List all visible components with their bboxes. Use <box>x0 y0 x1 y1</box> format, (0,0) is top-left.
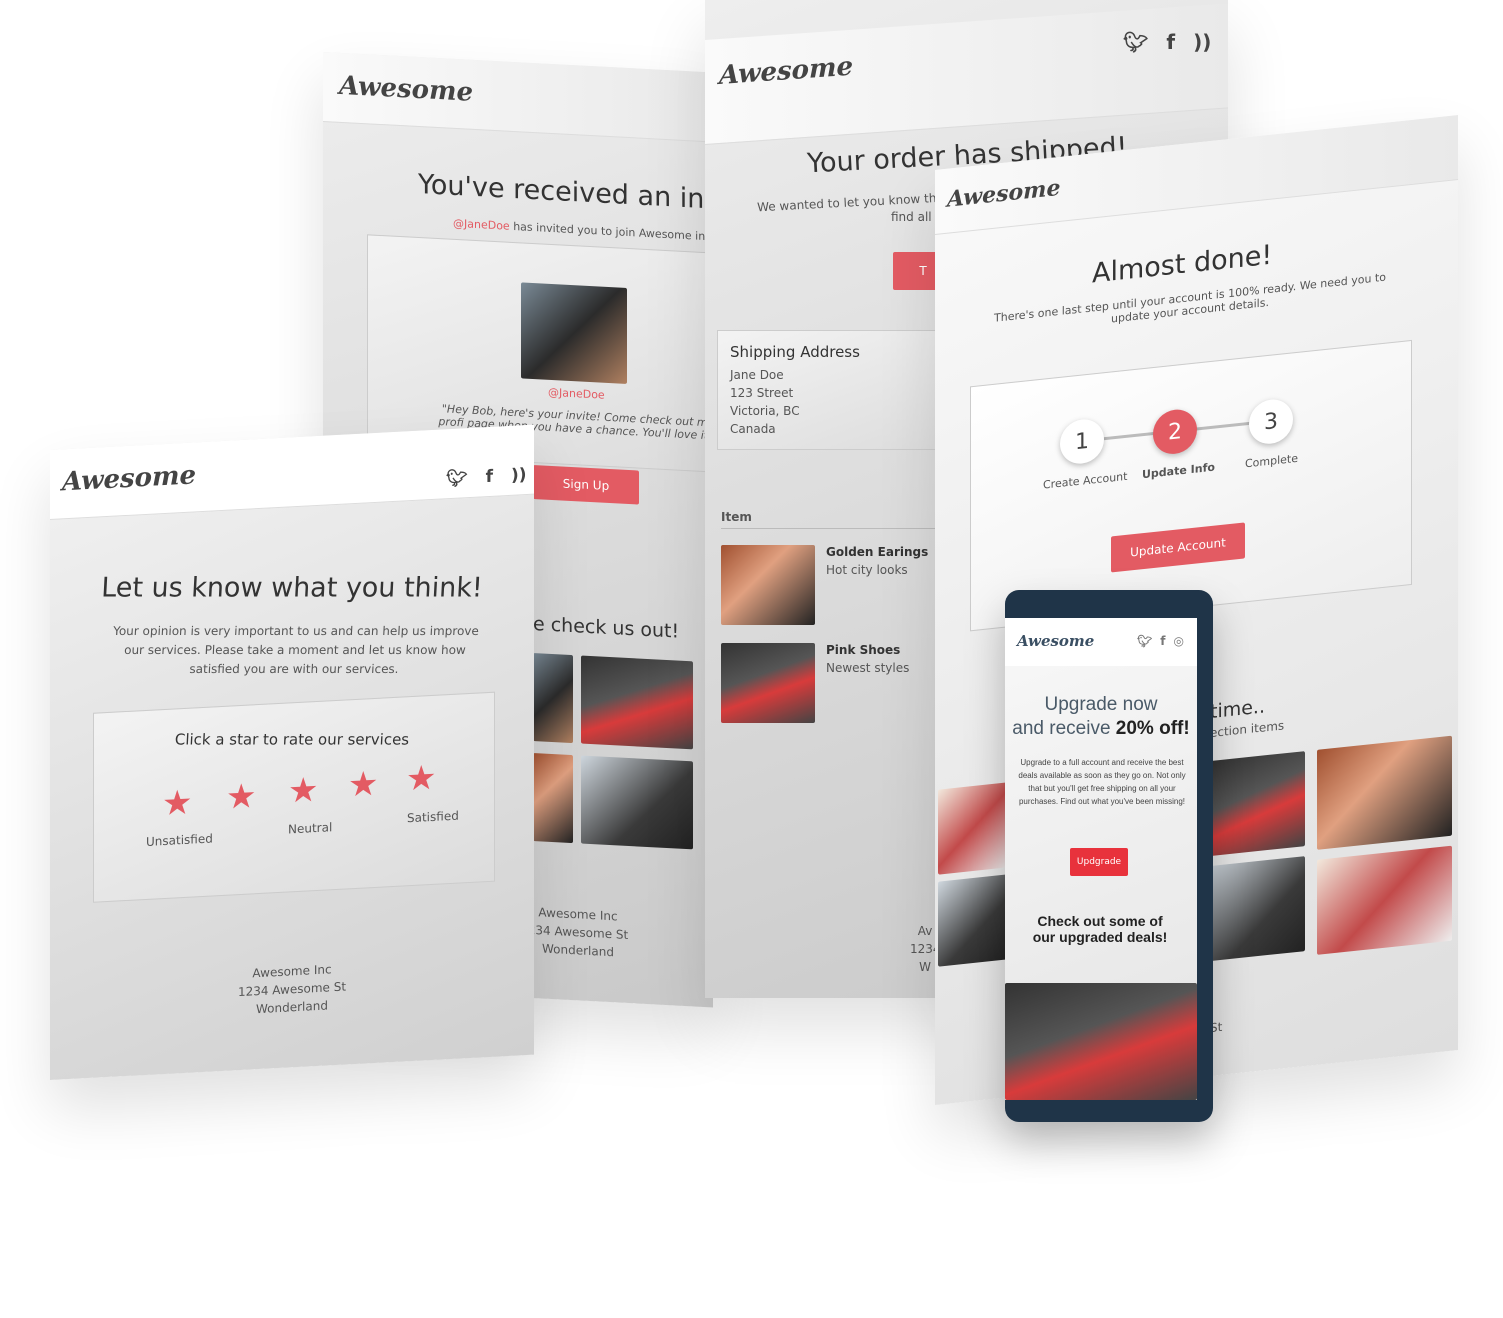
rss-icon[interactable]: )) <box>1193 30 1211 54</box>
mobile-text: Upgrade to a full account and receive th… <box>1018 758 1186 806</box>
product-image <box>1005 983 1197 1100</box>
logo: Awesome <box>947 174 1061 213</box>
logo: Awesome <box>339 70 474 108</box>
logo: Awesome <box>719 51 854 92</box>
logo: Awesome <box>1017 632 1095 650</box>
star-5-icon[interactable]: ★ <box>406 758 436 800</box>
invite-title: You've received an invit <box>418 168 713 217</box>
product-image <box>533 653 573 744</box>
mobile-title: Upgrade now <box>1044 694 1158 715</box>
social-icons: 🐦︎ f)) <box>446 465 527 489</box>
mention-link[interactable]: @JaneDoe <box>453 217 510 233</box>
feedback-email-panel: Awesome 🐦︎ f)) Let us know what you think… <box>50 424 534 1080</box>
feedback-title: Let us know what you think! <box>100 572 484 604</box>
product-image <box>1210 751 1305 857</box>
product-image <box>1317 735 1452 850</box>
mobile-phone-mockup: Awesome 🐦︎ f ◎ Upgrade now and receive 20%… <box>1005 590 1213 1122</box>
logo: Awesome <box>62 460 197 498</box>
social-icons: 🐦︎ f ◎ <box>1137 634 1184 648</box>
star-3-icon[interactable]: ★ <box>288 770 318 812</box>
product-image <box>533 753 573 844</box>
twitter-icon[interactable]: 🐦︎ <box>1137 634 1152 648</box>
mobile-header: Awesome 🐦︎ f ◎ <box>1005 618 1197 666</box>
header: Awesome <box>705 3 1228 145</box>
item-image <box>721 643 815 723</box>
header: Awesome 🐦︎ f)) <box>50 424 534 520</box>
address: Jane Doe 123 Street Victoria, BC Canada <box>730 368 800 436</box>
rss-icon[interactable]: )) <box>511 465 527 486</box>
mobile-section-title: Check out some of our upgraded deals! <box>1032 913 1168 945</box>
items-header: Item <box>721 510 951 529</box>
product-image <box>581 655 693 750</box>
facebook-icon[interactable]: f <box>1160 634 1165 648</box>
footer: Awesome Inc 234 Awesome St Wonderland <box>527 905 629 960</box>
avatar <box>521 282 627 384</box>
almost-title: Almost done! <box>1092 239 1273 290</box>
mobile-screen: Awesome 🐦︎ f ◎ Upgrade now and receive 20%… <box>1005 618 1197 1100</box>
rating-label: Satisfied <box>407 808 459 826</box>
steps-card <box>970 339 1412 632</box>
product-image <box>938 782 1008 875</box>
feedback-text: Your opinion is very important to us and… <box>112 624 480 677</box>
item-image <box>721 545 815 625</box>
invite-subtitle: has invited you to join Awesome inc! <box>509 219 713 244</box>
footer: Awesome Inc 1234 Awesome St Wonderland <box>237 962 347 1017</box>
section-title: e check us out! <box>533 613 680 643</box>
product-image <box>581 755 693 850</box>
item-name: Pink Shoes <box>826 643 901 657</box>
item-name: Golden Earings <box>826 545 929 559</box>
star-4-icon[interactable]: ★ <box>348 764 378 806</box>
instagram-icon[interactable]: ◎ <box>1173 634 1183 648</box>
section-title: time.. <box>1210 695 1266 724</box>
social-icons: 🐦︎ f)) <box>1123 30 1211 54</box>
facebook-icon[interactable]: f <box>486 467 493 487</box>
shipping-title: Shipping Address <box>730 343 860 361</box>
star-2-icon[interactable]: ★ <box>226 776 256 818</box>
item-desc: Newest styles <box>826 661 910 675</box>
sign-up-button[interactable]: Sign Up <box>533 465 639 505</box>
product-image <box>1317 845 1452 955</box>
twitter-icon[interactable]: 🐦︎ <box>446 468 468 489</box>
header: Awesome <box>323 52 713 143</box>
product-image <box>1210 856 1305 962</box>
almost-text: There's one last step until your account… <box>994 270 1386 326</box>
star-1-icon[interactable]: ★ <box>162 783 192 825</box>
twitter-icon[interactable]: 🐦︎ <box>1123 30 1148 54</box>
item-desc: Hot city looks <box>826 563 908 577</box>
shipped-text-2: find all t <box>891 210 941 224</box>
upgrade-button[interactable]: Updgrade <box>1070 848 1128 876</box>
rating-label: Neutral <box>288 820 333 837</box>
product-image <box>938 874 1008 967</box>
facebook-icon[interactable]: f <box>1166 30 1175 54</box>
rating-card-title: Click a star to rate our services <box>174 730 410 749</box>
